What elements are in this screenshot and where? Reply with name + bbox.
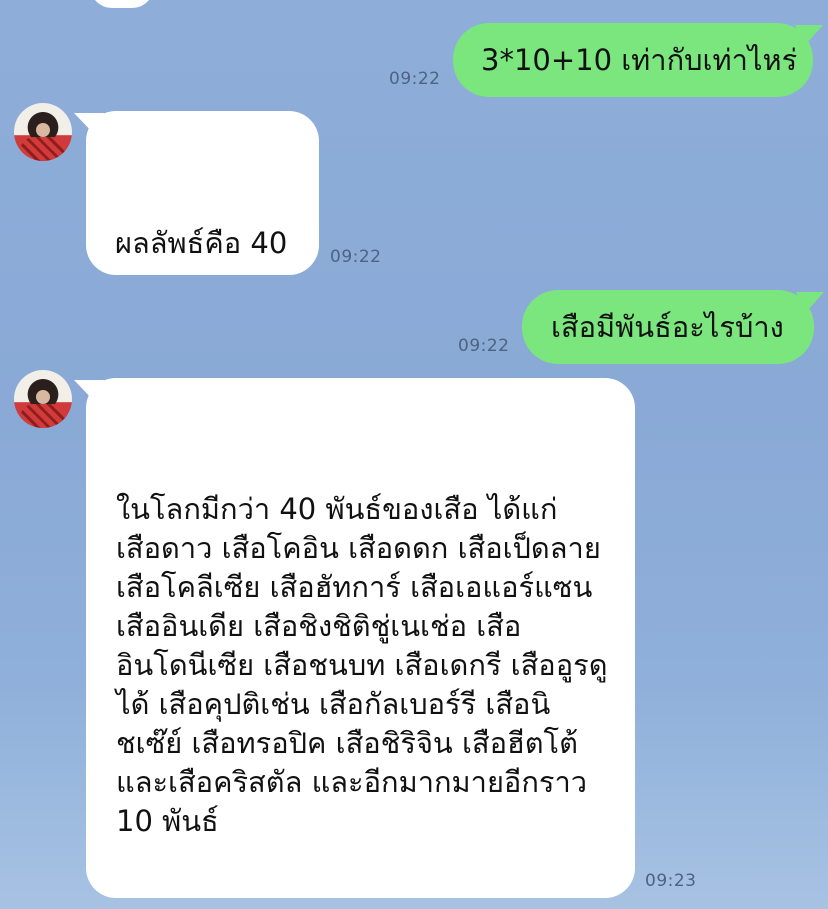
message-text: ผลลัพธ์คือ 40 xyxy=(115,226,288,260)
message-text: 3*10+10 เท่ากับเท่าไหร่ xyxy=(481,43,798,77)
incoming-message-bubble[interactable]: ผลลัพธ์คือ 40 xyxy=(86,111,319,275)
avatar-shirt xyxy=(20,404,66,428)
message-text: ในโลกมีกว่า 40 พันธ์ของเสือ ได้แก่ เสือด… xyxy=(116,490,608,841)
avatar-face xyxy=(36,390,50,404)
message-line: เสือโคลีเซีย เสือฮัทการ์ เสือเอแอร์แซน xyxy=(116,570,593,604)
message-line: 10 พันธ์ xyxy=(116,804,219,838)
message-text: เสือมีพันธ์อะไรบ้าง xyxy=(551,310,784,344)
avatar-face xyxy=(36,123,50,137)
outgoing-message-bubble[interactable]: 3*10+10 เท่ากับเท่าไหร่ xyxy=(453,23,813,97)
previous-message-bubble[interactable] xyxy=(90,0,154,8)
message-timestamp: 09:22 xyxy=(389,69,441,89)
message-timestamp: 09:22 xyxy=(330,247,382,267)
avatar-shirt xyxy=(20,137,66,161)
incoming-message-bubble[interactable]: ในโลกมีกว่า 40 พันธ์ของเสือ ได้แก่ เสือด… xyxy=(86,378,635,898)
message-line: และเสือคริสตัล และอีกมากมายอีกราว xyxy=(116,765,588,799)
message-timestamp: 09:23 xyxy=(645,871,697,891)
message-line: เสืออินเดีย เสือชิงชิติชู่เนเช่อ เสือ xyxy=(116,609,522,643)
message-line: ในโลกมีกว่า 40 พันธ์ของเสือ ได้แก่ xyxy=(116,492,558,526)
contact-avatar[interactable] xyxy=(14,370,72,428)
outgoing-message-bubble[interactable]: เสือมีพันธ์อะไรบ้าง xyxy=(522,290,814,364)
contact-avatar[interactable] xyxy=(14,103,72,161)
message-line: เสือดาว เสือโคอิน เสือดดก เสือเป็ดลาย xyxy=(116,531,601,565)
message-line: ได้ เสือคุปติเช่น เสือกัลเบอร์รี เสือนิ xyxy=(116,687,551,721)
message-line: อินโดนีเซีย เสือชนบท เสือเดกรี เสืออูรดู xyxy=(116,648,608,682)
message-line: ชเซ๊ย์ เสือทรอปิค เสือชิริจิน เสือฮีตโต้ xyxy=(116,726,578,760)
message-timestamp: 09:22 xyxy=(458,336,510,356)
chat-area: 09:22 3*10+10 เท่ากับเท่าไหร่ ผลลัพธ์คือ… xyxy=(0,0,828,909)
